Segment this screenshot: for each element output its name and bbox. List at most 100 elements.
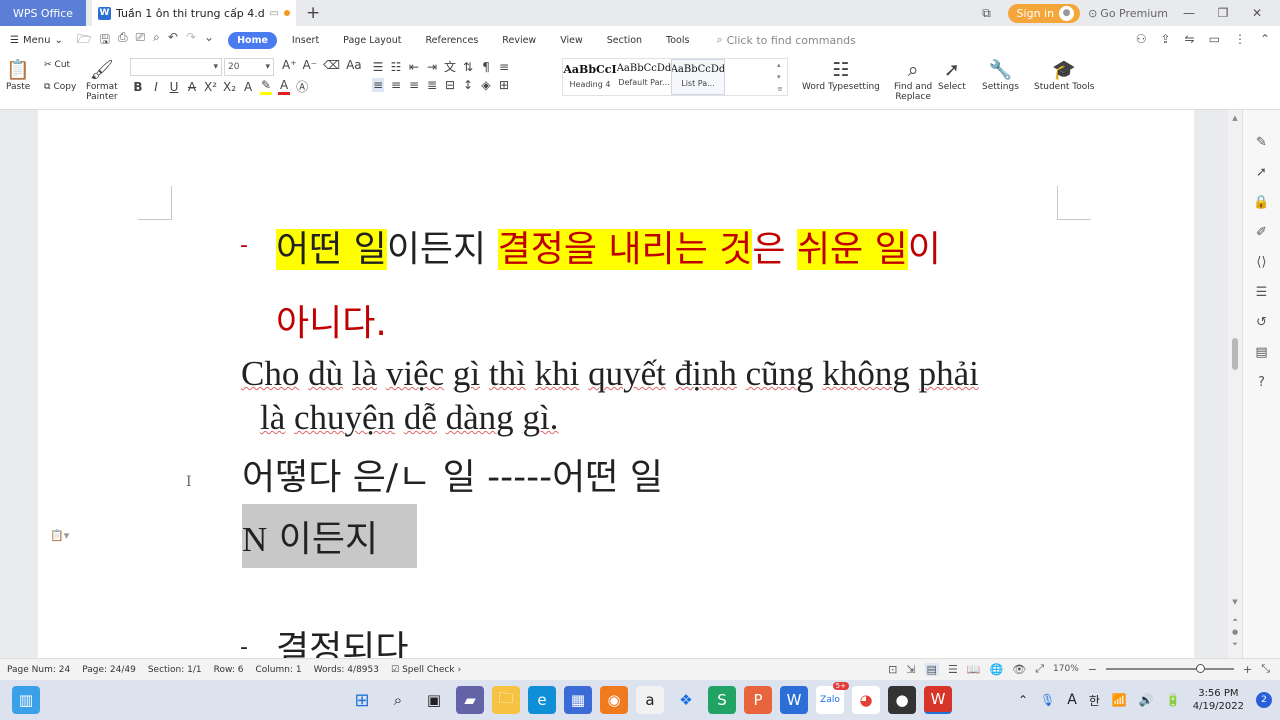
next-page-icon[interactable]: ⏷ [1228,640,1242,649]
style-heading-4[interactable]: AaBbCcI Heading 4 [563,59,617,95]
window-icon[interactable]: ▭ [270,8,279,19]
document-page[interactable]: - 어떤 일이든지 결정을 내리는 것은 쉬운 일이 아니다. Cho dù l… [38,110,1194,658]
zoom-slider-knob[interactable] [1195,664,1205,673]
command-search[interactable]: ⌕ Click to find commands [716,33,855,47]
student-tools-button[interactable]: 🎓 Student Tools [1034,58,1094,92]
tab-tools[interactable]: Tools [657,32,698,49]
font-size-select[interactable]: 20 ▾ [224,58,274,76]
zalo-icon[interactable]: Zalo 5+ [816,682,849,714]
gallery-scroll[interactable]: ▴ ▾ ≡ [777,59,787,95]
minimize-button[interactable]: — [1176,6,1202,20]
save-icon[interactable]: 🖫 [100,30,110,51]
tab-view[interactable]: View [551,32,592,49]
obs-icon[interactable]: ● [888,686,916,714]
clear-format-icon[interactable]: ⌫ [323,58,340,72]
vertical-scrollbar[interactable]: ▲ ▼ ⏶ ● ⏷ [1228,110,1242,658]
file-explorer-icon[interactable]: 🗀 [492,686,520,714]
widgets-icon[interactable]: ▥ [12,686,40,714]
wps-office-taskbar-icon[interactable]: W [924,686,952,714]
scroll-down-icon[interactable]: ▼ [1228,598,1242,606]
print-icon[interactable]: ⎚ [136,30,146,51]
shrink-font-icon[interactable]: A⁻ [303,58,318,72]
multi-window-icon[interactable]: ⧉ [974,6,1000,21]
microsoft-store-icon[interactable]: ▦ [564,686,592,714]
zoom-slider[interactable] [1105,664,1234,673]
settings-button[interactable]: 🔧 Settings [982,58,1019,92]
numbered-list-icon[interactable]: ☷ [390,60,402,74]
tab-insert[interactable]: Insert [283,32,328,49]
borders-icon[interactable]: ⊞ [498,78,510,92]
wps-writer-icon[interactable]: W [780,686,808,714]
notification-count[interactable]: 2 [1256,692,1272,708]
export-pdf-icon[interactable]: ⎙ [118,30,128,51]
sign-in-button[interactable]: Sign in ● [1007,3,1081,23]
volume-icon[interactable]: 🔊 [1139,693,1154,707]
wifi-icon[interactable]: 📶 [1112,693,1127,707]
align-right-icon[interactable]: ≡ [408,78,420,92]
outline-view-icon[interactable]: ☰ [948,663,958,676]
help-icon[interactable]: ? [1258,374,1265,392]
page-num[interactable]: Page Num: 24 [7,665,70,675]
scroll-up-icon[interactable]: ▲ [1228,114,1242,122]
page-view-icon[interactable]: ▤ [924,662,939,676]
tab-page-layout[interactable]: Page Layout [334,32,410,49]
share-icon[interactable]: ⇪ [1160,32,1170,46]
menu-button[interactable]: ☰ Menu ⌄ [10,35,63,46]
wps-presentation-icon[interactable]: P [744,686,772,714]
wps-spreadsheet-icon[interactable]: S [708,686,736,714]
chrome-icon[interactable]: ◕ [852,686,880,714]
export-icon[interactable]: ⇲ [906,663,915,676]
superscript-icon[interactable]: X² [204,80,217,94]
battery-icon[interactable]: 🔋 [1166,693,1181,707]
scroll-thumb[interactable] [1232,338,1238,370]
text-effect-icon[interactable]: A [242,80,254,94]
align-center-icon[interactable]: ≡ [390,78,402,92]
customize-chevron-icon[interactable]: ⌄ [204,30,214,51]
eye-protect-icon[interactable]: 👁 [1012,663,1026,676]
open-folder-icon[interactable]: 🗁 [77,30,92,51]
select-browse-icon[interactable]: ● [1228,628,1242,636]
microphone-icon[interactable]: 🎙 [1040,693,1055,707]
search-icon[interactable]: ⌕ [384,686,412,714]
edge-browser-icon[interactable]: e [528,686,556,714]
layers-icon[interactable]: ▤ [1255,344,1267,362]
protect-icon[interactable]: ⊡ [888,663,897,676]
close-button[interactable]: ✕ [1244,6,1270,20]
clock[interactable]: 3:56 PM 4/19/2022 [1193,687,1244,713]
restore-button[interactable]: ❐ [1210,6,1236,20]
change-case-icon[interactable]: Aa [346,58,362,72]
spell-check-button[interactable]: ☑ Spell Check › [391,665,461,675]
subscript-icon[interactable]: X₂ [223,80,236,94]
paste-button[interactable]: 📋 Paste [6,58,30,92]
fullscreen-icon[interactable]: ⤡ [1261,662,1270,676]
document-tab[interactable]: W Tuần 1 ôn thi trung cấp 4.docx ▭ [92,0,296,26]
grow-font-icon[interactable]: A⁺ [282,58,297,72]
comment-icon[interactable]: ▭ [1209,32,1220,46]
gallery-up-icon[interactable]: ▴ [777,61,787,69]
adjust-icon[interactable]: ☰ [1256,284,1268,302]
firefox-icon[interactable]: ◉ [600,686,628,714]
copy-button[interactable]: ⧉ Copy [44,82,76,92]
char-border-icon[interactable]: Ⓐ [296,78,308,95]
read-view-icon[interactable]: 📖 [967,663,981,676]
justify-icon[interactable]: ≣ [426,78,438,92]
prev-page-icon[interactable]: ⏶ [1228,616,1242,625]
word-count[interactable]: Words: 4/8953 [314,665,379,675]
language-indicator[interactable]: A [1067,692,1077,708]
align-left-icon[interactable]: ≡ [372,78,384,92]
decrease-indent-icon[interactable]: ⇤ [408,60,420,74]
bold-icon[interactable]: B [132,80,144,94]
cut-button[interactable]: ✂ Cut [44,60,70,70]
font-name-select[interactable]: ▾ [130,58,222,76]
ime-indicator[interactable]: 한 [1089,692,1100,709]
dropbox-icon[interactable]: ❖ [672,686,700,714]
tab-home[interactable]: Home [228,31,277,49]
collaborate-icon[interactable]: ⚇ [1136,32,1147,46]
page-count[interactable]: Page: 24/49 [82,665,136,675]
fit-page-icon[interactable]: ⤢ [1035,662,1044,676]
tab-review[interactable]: Review [493,32,545,49]
more-icon[interactable]: ⋮ [1234,32,1246,46]
wps-office-tab[interactable]: WPS Office [0,0,86,26]
lock-icon[interactable]: 🔒 [1253,194,1269,212]
gallery-more-icon[interactable]: ≡ [777,85,787,93]
